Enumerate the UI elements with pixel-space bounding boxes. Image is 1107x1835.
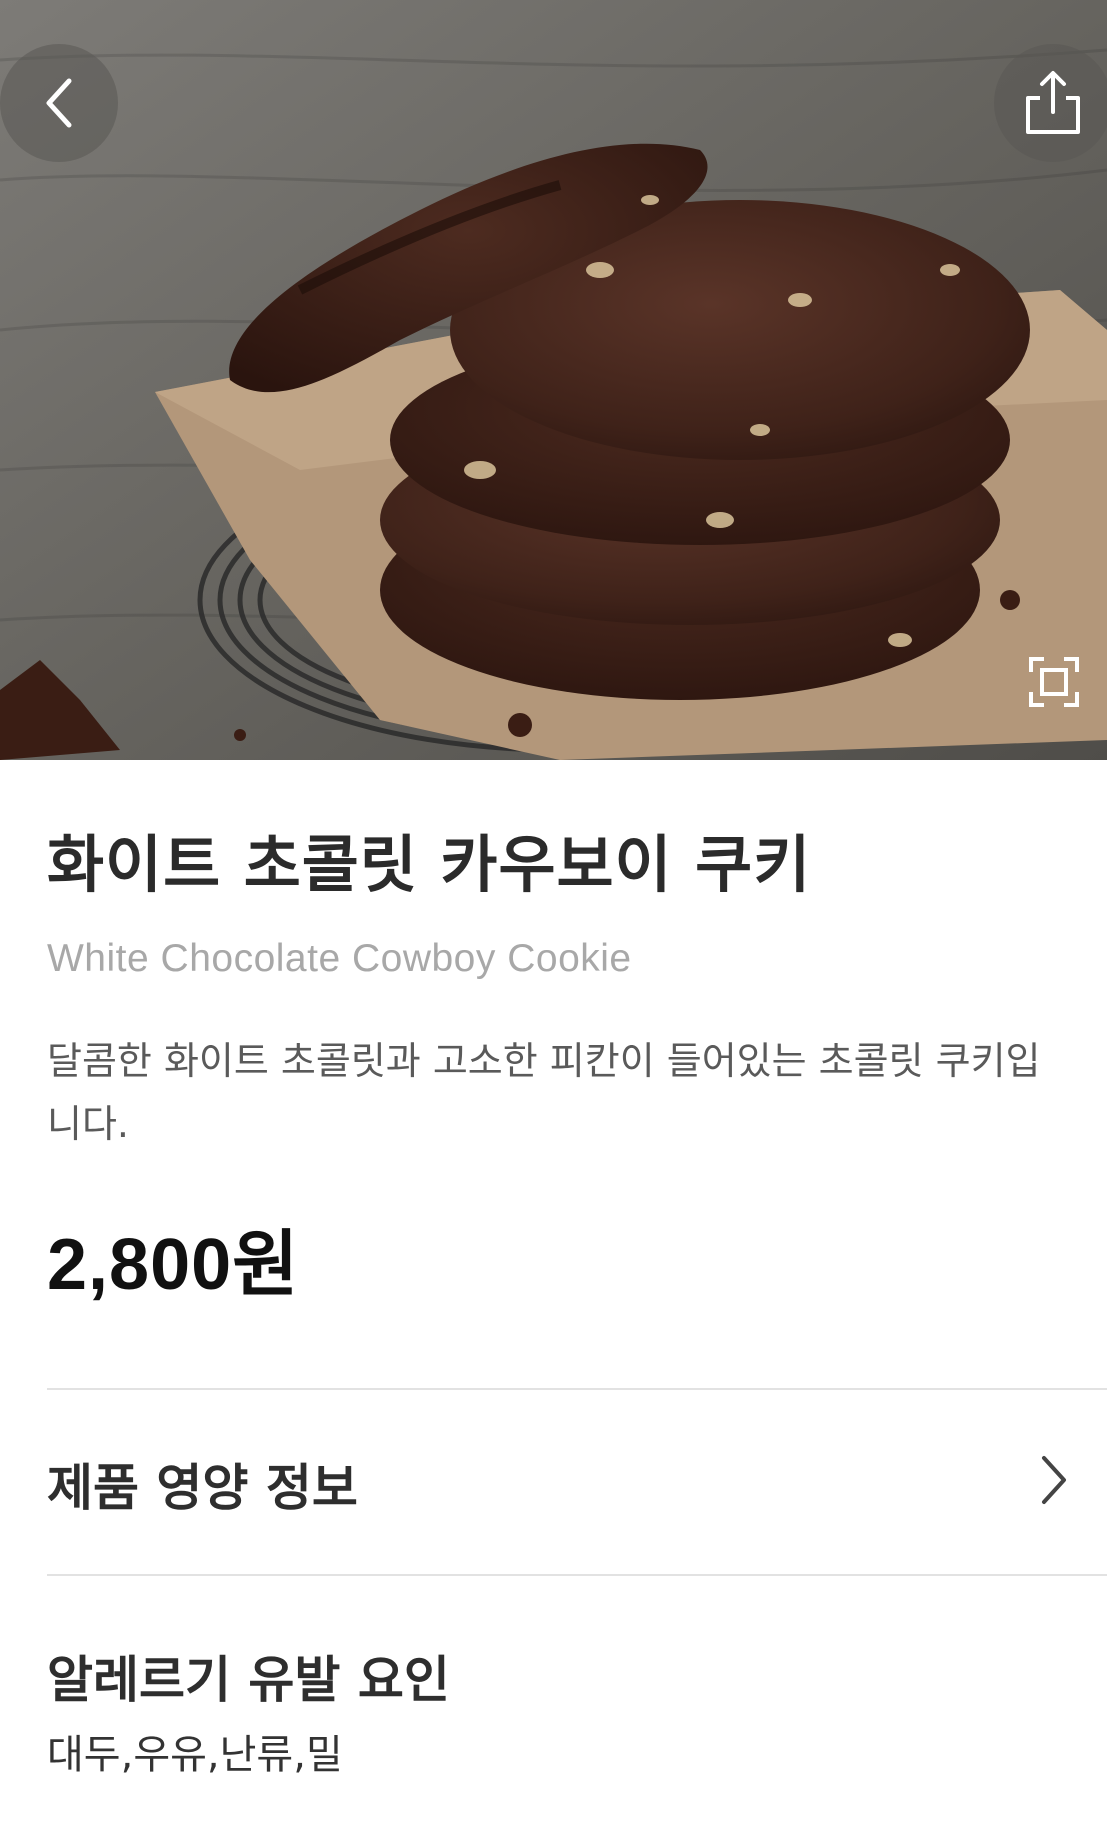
product-description: 달콤한 화이트 초콜릿과 고소한 피칸이 들어있는 초콜릿 쿠키입니다. — [47, 1039, 1041, 1146]
product-image — [0, 0, 1107, 760]
allergy-value: 대두,우유,난류,밀 — [47, 1732, 343, 1778]
share-button[interactable] — [994, 44, 1107, 162]
chevron-right-icon — [1042, 1456, 1066, 1504]
nutrition-info-row[interactable]: 제품 영양 정보 — [0, 1390, 1107, 1574]
back-button[interactable] — [0, 44, 118, 162]
cookie-photo — [0, 0, 1107, 760]
product-price: 2,800원 — [47, 1225, 300, 1305]
divider — [47, 1574, 1107, 1576]
product-name: 화이트 초콜릿 카우보이 쿠키 — [47, 828, 812, 901]
product-name-english: White Chocolate Cowboy Cookie — [47, 937, 632, 980]
expand-image-button[interactable] — [1026, 654, 1082, 710]
nutrition-info-label: 제품 영양 정보 — [47, 1459, 358, 1517]
share-icon — [1026, 71, 1080, 134]
allergy-title: 알레르기 유발 요인 — [47, 1651, 450, 1709]
expand-frame-icon — [1029, 657, 1079, 707]
chevron-left-icon — [46, 78, 72, 128]
